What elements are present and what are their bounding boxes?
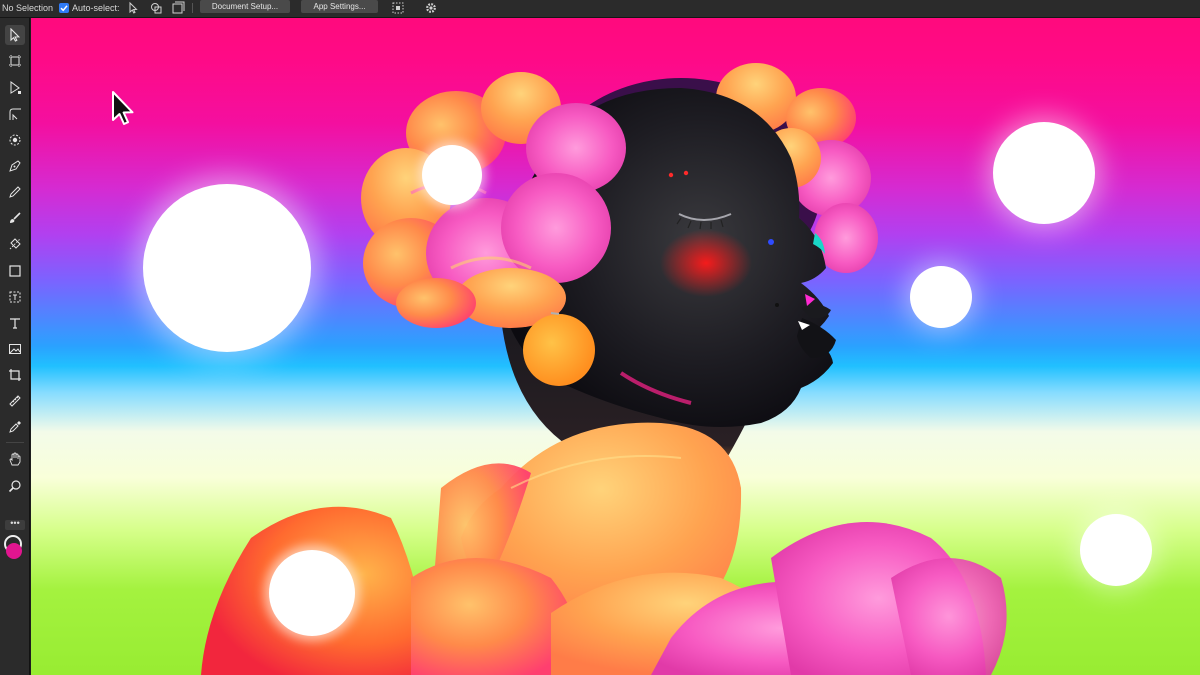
hand-icon: [9, 452, 21, 466]
node-arrow-icon: [10, 81, 21, 94]
point-transform-tool[interactable]: [5, 130, 25, 150]
earring-hook: [550, 312, 560, 315]
rectangle-tool[interactable]: [5, 261, 25, 281]
arrow-pointer-icon: [10, 28, 21, 42]
mouse-cursor-icon: [112, 91, 134, 125]
artwork: [135, 63, 1155, 675]
node-tool[interactable]: [5, 78, 25, 98]
place-image-tool[interactable]: [5, 339, 25, 359]
pen-nib-icon: [9, 160, 21, 172]
fill-color-swatch[interactable]: [6, 543, 22, 559]
eyedropper-icon: [9, 421, 21, 433]
glow-orb: [907, 263, 975, 331]
color-picker-tool[interactable]: [5, 417, 25, 437]
measure-tool[interactable]: [5, 391, 25, 411]
glow-orb: [418, 141, 486, 209]
face-gem: [668, 172, 674, 178]
glow-orb: [1077, 511, 1155, 589]
face-gem: [683, 170, 689, 176]
cheek-blush: [660, 229, 752, 297]
snapping-grid-icon: [392, 2, 404, 14]
group-select-icon: [151, 3, 162, 14]
selection-status: No Selection: [2, 3, 54, 13]
fill-tool[interactable]: [5, 234, 25, 254]
glow-orb: [135, 176, 319, 360]
face-gem: [768, 239, 774, 245]
artistic-text-tool[interactable]: [5, 313, 25, 333]
select-mode-layer-button[interactable]: [170, 1, 186, 15]
tools-panel: •••: [0, 18, 30, 675]
vector-brush-tool[interactable]: [5, 208, 25, 228]
layer-icon: [172, 1, 185, 14]
artboard-icon: [9, 55, 21, 67]
app-settings-button[interactable]: App Settings...: [301, 0, 378, 13]
glow-orb: [264, 545, 360, 641]
corner-tool[interactable]: [5, 104, 25, 124]
pen-tool[interactable]: [5, 156, 25, 176]
artboard-tool[interactable]: [5, 51, 25, 71]
crop-icon: [9, 369, 21, 381]
brush-icon: [10, 212, 21, 223]
pencil-icon: [9, 186, 21, 198]
view-tool[interactable]: [5, 449, 25, 469]
earring: [523, 314, 595, 386]
auto-select-label: Auto-select:: [72, 3, 120, 13]
move-tool[interactable]: [5, 25, 25, 45]
more-tools-button[interactable]: •••: [5, 519, 25, 530]
ruler-icon: [9, 395, 21, 407]
magnifier-icon: [8, 480, 21, 493]
checkmark-icon: [60, 5, 68, 12]
point-transform-icon: [9, 134, 21, 146]
tools-divider: [6, 442, 24, 443]
pencil-tool[interactable]: [5, 182, 25, 202]
square-icon: [9, 265, 21, 277]
select-mode-arrow-button[interactable]: [125, 1, 141, 15]
fill-icon: [9, 238, 21, 250]
gear-icon: [426, 3, 436, 13]
arrow-pointer-icon: [129, 1, 138, 14]
document-setup-button[interactable]: Document Setup...: [200, 0, 290, 13]
frame-text-tool[interactable]: [5, 287, 25, 307]
context-toolbar: No Selection Auto-select: Document Setup…: [0, 0, 1200, 18]
preferences-button[interactable]: [423, 1, 439, 15]
select-mode-group-button[interactable]: [148, 1, 164, 15]
crop-tool[interactable]: [5, 365, 25, 385]
snapping-button[interactable]: [390, 1, 406, 15]
text-icon: [10, 318, 20, 329]
beauty-mark: [775, 303, 779, 307]
zoom-tool[interactable]: [5, 476, 25, 496]
toolbar-divider: [192, 3, 193, 13]
document-canvas[interactable]: [31, 18, 1200, 675]
frame-text-icon: [9, 291, 21, 303]
glow-orb: [988, 117, 1100, 229]
image-icon: [9, 344, 21, 354]
auto-select-checkbox[interactable]: [59, 3, 69, 13]
corner-icon: [9, 108, 21, 120]
